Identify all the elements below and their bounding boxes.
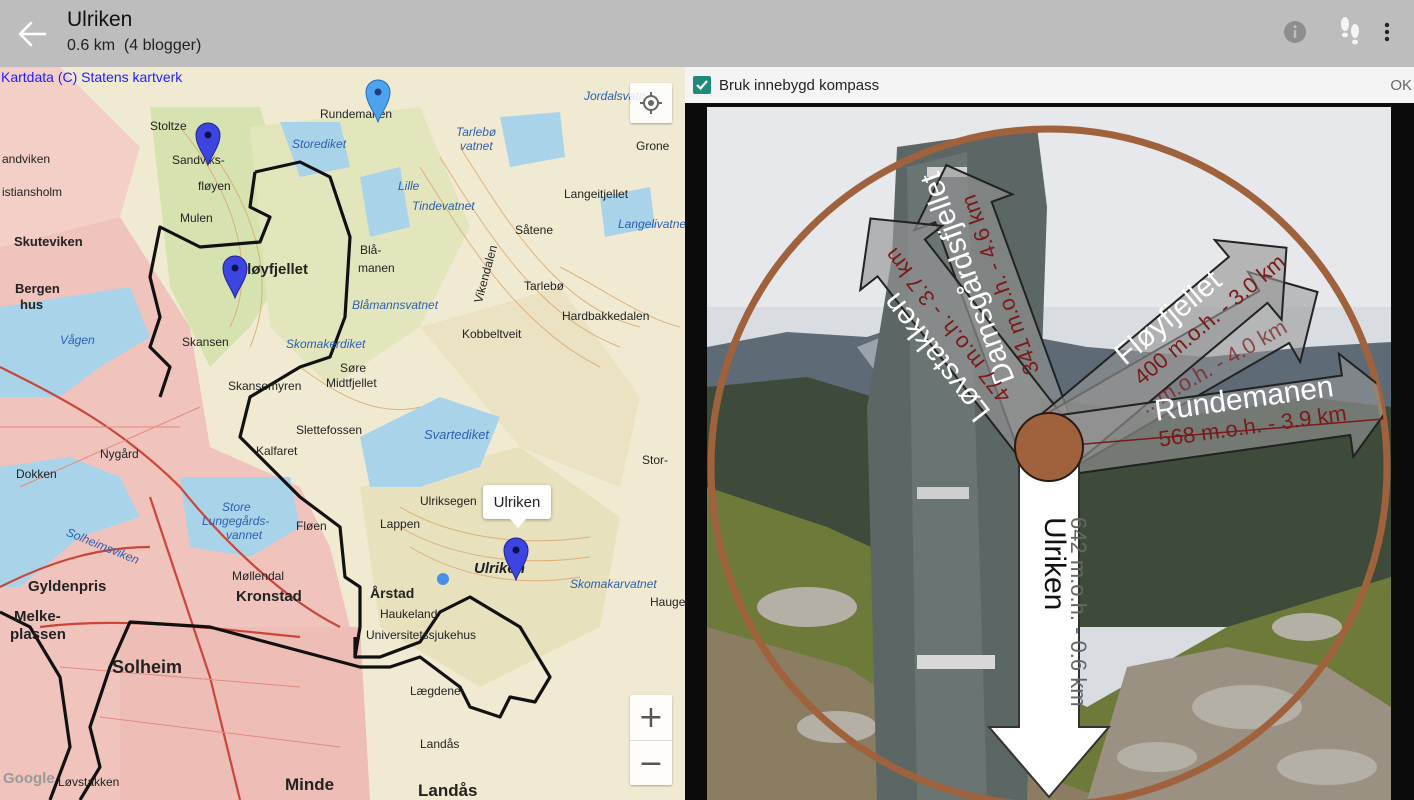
google-watermark: Google — [3, 770, 55, 787]
zoom-out-button[interactable]: − — [630, 741, 672, 786]
page-title: Ulriken — [67, 8, 133, 31]
footsteps-icon[interactable] — [1333, 15, 1367, 49]
back-arrow-icon[interactable] — [12, 14, 52, 54]
map-label: Midtfjellet — [326, 376, 377, 390]
zoom-controls: + − — [630, 695, 672, 785]
marker-pin-ulriken[interactable] — [503, 537, 529, 582]
map-label: Bergen — [15, 281, 60, 296]
map-label: Fløen — [296, 519, 327, 533]
map-label: Dokken — [16, 467, 57, 481]
map-label: Mulen — [180, 211, 213, 225]
map-label: Skansen — [182, 335, 229, 349]
map-label: Fløyfjellet — [238, 261, 309, 278]
map-label: Melke- — [14, 608, 61, 625]
map-label: Vågen — [60, 333, 95, 347]
map-label: andviken — [2, 152, 51, 166]
map-label: Solheim — [112, 657, 183, 677]
map-label: Lungegårds- — [202, 514, 270, 528]
overflow-menu-icon[interactable] — [1370, 15, 1404, 49]
map-label: Langeitjellet — [564, 187, 629, 201]
map-label: Skansemyren — [228, 379, 302, 393]
marker-pin-light-blue[interactable] — [365, 79, 391, 124]
map-label: Haukeland — [380, 607, 438, 621]
compass-pane: Bruk innebygd kompass OK Damsgårdsfjelle… — [685, 67, 1414, 800]
arrow-label-detail: 642 m.o.h. - 0.6 km — [1066, 517, 1091, 707]
map-label: Universitetssjukehus — [366, 628, 477, 642]
zoom-in-button[interactable]: + — [630, 695, 672, 741]
map-label: vannet — [226, 528, 263, 542]
map-label: Landås — [418, 781, 478, 800]
map-label: Tarlebø — [456, 125, 497, 139]
map-credit: Kartdata (C) Statens kartverk — [1, 69, 183, 85]
map-label: Storediket — [292, 137, 347, 151]
map-label: Haugen — [650, 595, 685, 609]
map-label: Blå- — [360, 243, 382, 257]
map-label: Gyldenpris — [28, 578, 107, 595]
map-label: Lille — [398, 179, 420, 193]
map-label: Søre — [340, 361, 367, 375]
map-label: Grone — [636, 139, 670, 153]
app-bar: Ulriken 0.6 km (4 blogger) — [0, 0, 1414, 67]
map-label: vatnet — [460, 139, 493, 153]
ok-button[interactable]: OK — [1390, 77, 1412, 94]
map-label: Langelivatnet — [618, 217, 685, 231]
map-label: Slettefossen — [296, 423, 363, 437]
crosshair-icon — [640, 92, 662, 114]
map-label: Årstad — [370, 585, 415, 601]
builtin-compass-checkbox[interactable] — [693, 76, 711, 94]
compass-hub — [1014, 412, 1084, 482]
marker-pin[interactable] — [222, 255, 248, 300]
map-label: Tindevatnet — [412, 199, 475, 213]
map-label: fløyen — [198, 179, 231, 193]
map-label: Lappen — [380, 517, 421, 531]
map-label: Minde — [285, 775, 335, 794]
builtin-compass-label: Bruk innebygd kompass — [719, 77, 880, 94]
map-label: manen — [358, 261, 395, 275]
map-label: plassen — [10, 626, 66, 643]
info-icon[interactable] — [1278, 15, 1312, 49]
marker-info-window[interactable]: Ulriken — [483, 485, 551, 528]
compass-option-bar: Bruk innebygd kompass OK — [685, 67, 1414, 103]
map-label: istiansholm — [2, 185, 63, 199]
marker-pin[interactable] — [195, 122, 221, 167]
map-label: Kalfaret — [256, 444, 298, 458]
map-label: Stor- — [642, 453, 669, 467]
map-label: Ulriksegen — [420, 494, 477, 508]
map-label: Hardbakkedalen — [562, 309, 650, 323]
map-label: Skomakerdiket — [286, 337, 366, 351]
map-label: Svartediket — [424, 427, 490, 442]
checkmark-icon — [696, 80, 708, 91]
map-label: Møllendal — [232, 569, 285, 583]
my-location-dot — [437, 573, 449, 585]
map-label: Kobbeltveit — [462, 327, 522, 341]
map-label: Blåmannsvatnet — [352, 298, 439, 312]
map-label: Landås — [420, 737, 460, 751]
map-label: Løvstakken — [58, 775, 120, 789]
map-label: Skomakarvatnet — [570, 577, 657, 591]
map-label: Såtene — [515, 223, 554, 237]
my-location-button[interactable] — [630, 83, 672, 123]
summit-photo-compass: Damsgårdsfjellet 341 m.o.h. - 4.6 km Løv… — [707, 107, 1391, 800]
map-label: Nygård — [100, 447, 139, 461]
map-label: Tarlebø — [524, 279, 565, 293]
map-label: Store — [222, 500, 251, 514]
page-subtitle: 0.6 km (4 blogger) — [67, 37, 202, 54]
map-label: hus — [20, 297, 44, 312]
map-label: Kronstad — [236, 588, 302, 605]
map-view[interactable]: andviken Stoltze Sandviks- fløyen istian… — [0, 67, 685, 800]
map-label: Skuteviken — [14, 234, 83, 249]
map-label: Stoltze — [150, 119, 187, 133]
map-label: Lægdene — [410, 684, 461, 698]
